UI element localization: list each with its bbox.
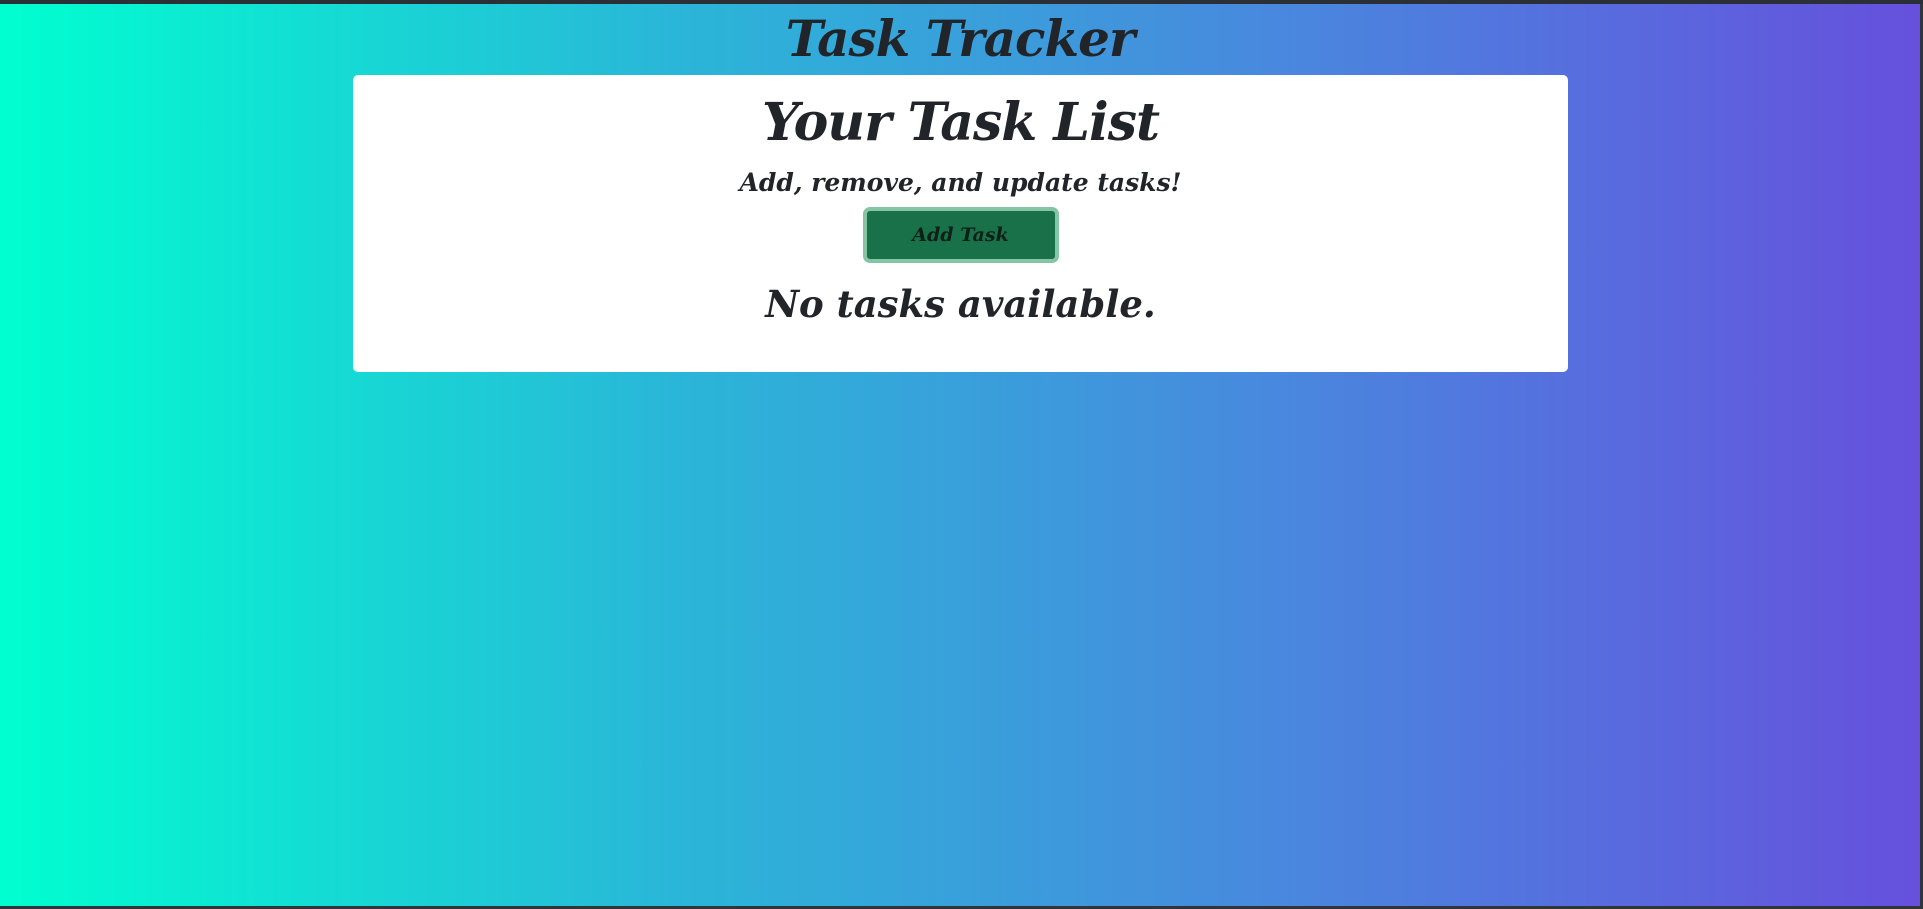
task-list-title: Your Task List	[761, 92, 1160, 153]
task-list-card: Your Task List Add, remove, and update t…	[353, 75, 1568, 372]
gradient-background: Task Tracker Your Task List Add, remove,…	[0, 4, 1920, 906]
task-list-subtitle: Add, remove, and update tasks!	[739, 168, 1182, 197]
add-task-button[interactable]: Add Task	[862, 207, 1059, 263]
empty-tasks-message: No tasks available.	[765, 282, 1156, 326]
app-title: Task Tracker	[785, 9, 1136, 68]
